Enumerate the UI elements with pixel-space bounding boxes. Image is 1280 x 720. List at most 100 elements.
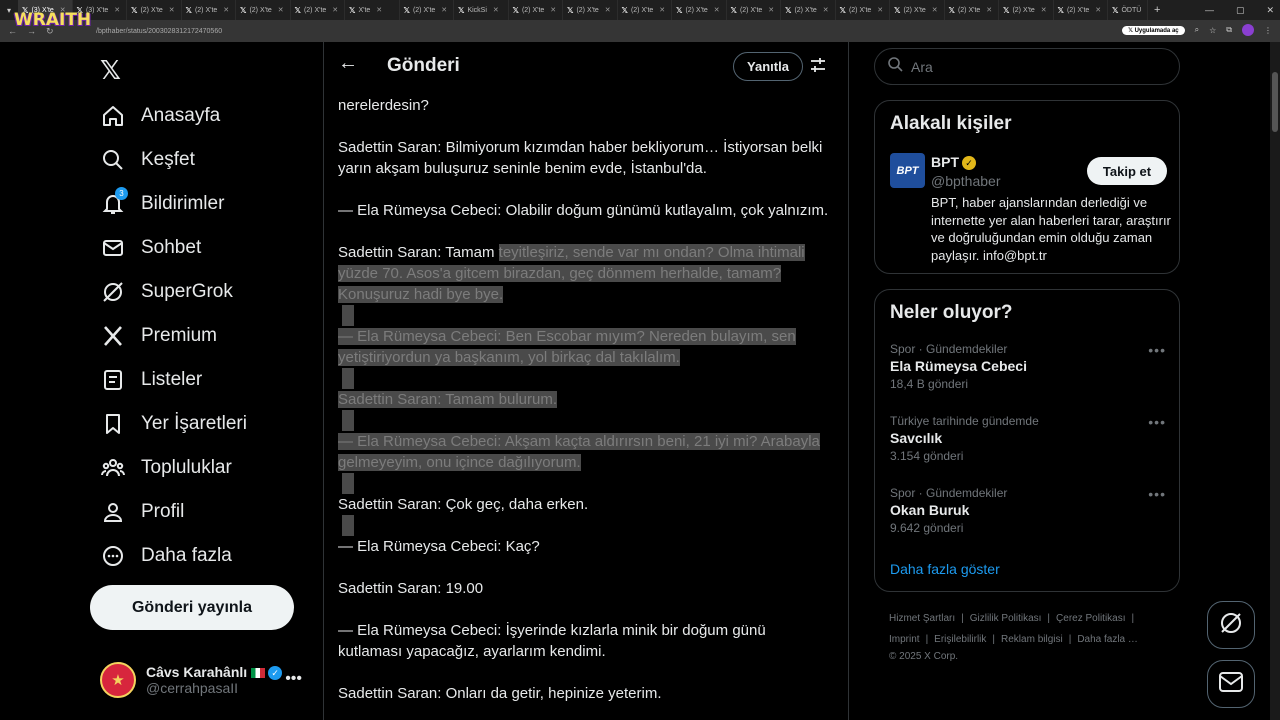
- copyright: © 2025 X Corp.: [889, 651, 959, 662]
- nav-item-home[interactable]: Anasayfa: [100, 101, 220, 131]
- show-more-link[interactable]: Daha fazla göster: [890, 561, 1000, 577]
- grok-button[interactable]: [1207, 601, 1255, 649]
- close-tab-icon[interactable]: ✕: [823, 6, 829, 14]
- maximize-icon[interactable]: ▢: [1236, 5, 1245, 16]
- more-dots-icon[interactable]: •••: [1148, 414, 1166, 430]
- post-button[interactable]: Gönderi yayınla: [90, 585, 294, 630]
- sliders-icon[interactable]: [809, 56, 827, 79]
- browser-tab[interactable]: 𝕏 (2) X'te ✕: [999, 0, 1054, 20]
- close-tab-icon[interactable]: ✕: [768, 6, 774, 14]
- close-tab-icon[interactable]: ✕: [550, 6, 556, 14]
- browser-profile-avatar[interactable]: [1242, 24, 1254, 36]
- close-tab-icon[interactable]: ✕: [376, 6, 382, 14]
- account-info: Câvs Karahânlı ✓ @cerrahpasaII: [146, 664, 283, 696]
- url-text[interactable]: /bpthaber/status/2003028312172470560: [96, 28, 222, 35]
- browser-tab[interactable]: 𝕏 (2) X'te ✕: [836, 0, 890, 20]
- browser-tab[interactable]: 𝕏 (2) X'te ✕: [890, 0, 945, 20]
- reply-button[interactable]: Yanıtla: [733, 52, 803, 81]
- nav-item-grok[interactable]: SuperGrok: [100, 277, 233, 307]
- footer-link[interactable]: Imprint: [889, 634, 920, 645]
- nav-item-more-circle[interactable]: Daha fazla: [100, 541, 232, 571]
- footer-link[interactable]: Reklam bilgisi: [1001, 634, 1063, 645]
- star-icon[interactable]: ☆: [1209, 26, 1216, 35]
- browser-tab[interactable]: 𝕏 (2) X'te ✕: [727, 0, 781, 20]
- related-user-name[interactable]: BPT ✓: [931, 154, 976, 171]
- footer-link[interactable]: Çerez Politikası: [1056, 613, 1125, 624]
- browser-tab[interactable]: 𝕏 (2) X'te ✕: [236, 0, 291, 20]
- scrollbar-thumb[interactable]: [1272, 72, 1278, 132]
- close-tab-icon[interactable]: ✕: [1041, 6, 1047, 14]
- nav-item-profile[interactable]: Profil: [100, 497, 184, 527]
- nav-item-x-logo[interactable]: Premium: [100, 321, 217, 351]
- search-input[interactable]: Ara: [874, 48, 1180, 85]
- extensions-icon[interactable]: ⧉: [1226, 25, 1232, 35]
- zoom-icon[interactable]: ⌕: [1195, 25, 1199, 35]
- browser-tab[interactable]: 𝕏 (2) X'te ✕: [291, 0, 345, 20]
- close-tab-icon[interactable]: ✕: [605, 6, 611, 14]
- nav-item-bookmark[interactable]: Yer İşaretleri: [100, 409, 247, 439]
- close-tab-icon[interactable]: ✕: [169, 6, 175, 14]
- close-tab-icon[interactable]: ✕: [441, 6, 447, 14]
- browser-menu-icon[interactable]: ⋮: [1264, 26, 1272, 35]
- footer-link[interactable]: Erişilebilirlik: [934, 634, 986, 645]
- selected-text: Sadettin Saran: Tamam bulurum.: [338, 391, 558, 408]
- notification-badge: 3: [115, 187, 128, 200]
- x-logo-icon[interactable]: 𝕏: [100, 56, 121, 86]
- close-tab-icon[interactable]: ✕: [714, 6, 720, 14]
- trend-item[interactable]: Spor · Gündemdekiler Ela Rümeysa Cebeci 18…: [890, 342, 1166, 391]
- close-tab-icon[interactable]: ✕: [332, 6, 338, 14]
- browser-tab[interactable]: 𝕏 (2) X'te ✕: [509, 0, 563, 20]
- close-tab-icon[interactable]: ✕: [986, 6, 992, 14]
- nav-item-mail[interactable]: Sohbet: [100, 233, 201, 263]
- browser-tab[interactable]: 𝕏ÖDTÜ✕: [1108, 0, 1148, 20]
- right-sidebar: Ara Alakalı kişiler BPT BPT ✓ @bpthaber T…: [874, 42, 1182, 720]
- trend-item[interactable]: Türkiye tarihinde gündemde Savcılık 3.154 …: [890, 414, 1166, 463]
- browser-tab[interactable]: 𝕏 X'te ✕: [345, 0, 400, 20]
- x-favicon-icon: 𝕏: [403, 5, 410, 15]
- browser-tab[interactable]: 𝕏 (2) X'te ✕: [182, 0, 236, 20]
- browser-tab[interactable]: 𝕏 (2) X'te ✕: [618, 0, 672, 20]
- footer-link[interactable]: Hizmet Şartları: [889, 613, 955, 624]
- close-tab-icon[interactable]: ✕: [278, 6, 284, 14]
- bpt-avatar[interactable]: BPT: [890, 153, 925, 188]
- follow-button[interactable]: Takip et: [1087, 157, 1167, 185]
- close-tab-icon[interactable]: ✕: [223, 6, 229, 14]
- nav-item-list[interactable]: Listeler: [100, 365, 202, 395]
- more-dots-icon[interactable]: •••: [285, 670, 302, 688]
- tweet-paragraph-text: Sadettin Saran: Bilmiyorum kızımdan habe…: [338, 139, 823, 177]
- footer-link[interactable]: Daha fazla …: [1077, 634, 1138, 645]
- nav-item-communities[interactable]: Topluluklar: [100, 453, 232, 483]
- browser-tab[interactable]: 𝕏 (2) X'te ✕: [781, 0, 836, 20]
- more-dots-icon[interactable]: •••: [1148, 486, 1166, 502]
- close-tab-icon[interactable]: ✕: [114, 6, 120, 14]
- new-tab-button[interactable]: +: [1148, 4, 1166, 16]
- browser-tab[interactable]: 𝕏 (2) X'te ✕: [400, 0, 454, 20]
- close-tab-icon[interactable]: ✕: [493, 6, 499, 14]
- close-tab-icon[interactable]: ✕: [1095, 6, 1101, 14]
- footer-link[interactable]: Gizlilik Politikası: [970, 613, 1042, 624]
- browser-tab[interactable]: 𝕏 (2) X'te ✕: [127, 0, 182, 20]
- page-scrollbar[interactable]: [1270, 42, 1280, 720]
- browser-tab[interactable]: 𝕏 (2) X'te ✕: [945, 0, 999, 20]
- trend-item[interactable]: Spor · Gündemdekiler Okan Buruk 9.642 gönd…: [890, 486, 1166, 535]
- close-window-icon[interactable]: ✕: [1266, 5, 1274, 16]
- nav-item-search[interactable]: Keşfet: [100, 145, 195, 175]
- open-in-app-button[interactable]: 𝕏 Uygulamada aç: [1122, 25, 1185, 35]
- account-switcher[interactable]: ★ Câvs Karahânlı ✓ @cerrahpasaII •••: [100, 662, 310, 698]
- related-user-bio: BPT, haber ajanslarından derlediği ve in…: [931, 195, 1171, 263]
- italy-flag-icon: [251, 668, 266, 679]
- more-dots-icon[interactable]: •••: [1148, 342, 1166, 358]
- nav-item-bell[interactable]: 3 Bildirimler: [100, 187, 224, 219]
- close-tab-icon[interactable]: ✕: [659, 6, 665, 14]
- close-tab-icon[interactable]: ✕: [877, 6, 883, 14]
- x-favicon-icon: 𝕏: [621, 5, 628, 15]
- browser-tab[interactable]: 𝕏 KickSi ✕: [454, 0, 509, 20]
- browser-tab[interactable]: 𝕏 (2) X'te ✕: [1054, 0, 1108, 20]
- minimize-icon[interactable]: —: [1205, 5, 1214, 15]
- back-arrow-icon[interactable]: ←: [338, 52, 358, 75]
- browser-tab[interactable]: 𝕏 (2) X'te ✕: [563, 0, 618, 20]
- footer-separator: |: [1068, 634, 1072, 645]
- close-tab-icon[interactable]: ✕: [932, 6, 938, 14]
- messages-button[interactable]: [1207, 660, 1255, 708]
- browser-tab[interactable]: 𝕏 (2) X'te ✕: [672, 0, 727, 20]
